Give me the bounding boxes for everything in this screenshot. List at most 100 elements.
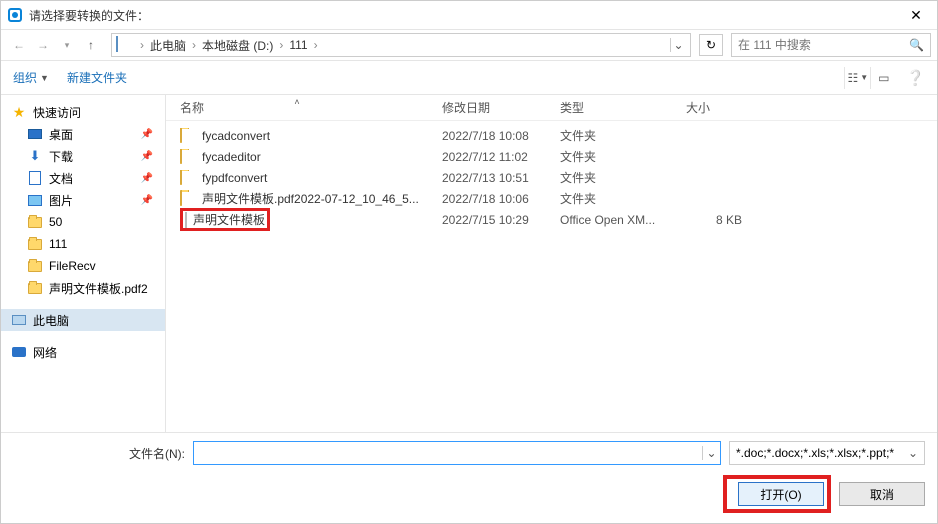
search-box[interactable]: 🔍 bbox=[731, 33, 931, 57]
app-icon bbox=[7, 7, 23, 23]
sort-asc-icon: ˄ bbox=[294, 97, 299, 107]
sidebar-item-label: FileRecv bbox=[49, 259, 96, 273]
pc-icon bbox=[11, 312, 27, 328]
column-date[interactable]: 修改日期 bbox=[428, 99, 546, 116]
toolbar: 组织▼ 新建文件夹 ☷ ▼ ▭ ❔ bbox=[1, 61, 937, 95]
sidebar-this-pc[interactable]: 此电脑 bbox=[1, 309, 165, 331]
close-button[interactable]: ✕ bbox=[901, 7, 931, 24]
sidebar-item-folder[interactable]: 111 bbox=[1, 233, 165, 255]
sidebar-quick-access[interactable]: ★ 快速访问 bbox=[1, 101, 165, 123]
sidebar-item-label: 网络 bbox=[33, 344, 57, 361]
sidebar: ★ 快速访问 桌面📌 ⬇下载📌 文档📌 图片📌 50 111 FileRecv … bbox=[1, 95, 166, 449]
file-date: 2022/7/18 10:06 bbox=[428, 192, 546, 206]
desktop-icon bbox=[27, 126, 43, 142]
filename-dropdown[interactable]: ⌄ bbox=[702, 446, 720, 460]
help-button[interactable]: ❔ bbox=[906, 69, 925, 87]
folder-icon bbox=[180, 128, 196, 144]
file-type-filter[interactable]: *.doc;*.docx;*.xls;*.xlsx;*.ppt;* ⌄ bbox=[729, 441, 925, 465]
star-icon: ★ bbox=[11, 104, 27, 120]
filename-combo[interactable]: ⌄ bbox=[193, 441, 721, 465]
column-type[interactable]: 类型 bbox=[546, 99, 672, 116]
folder-icon bbox=[180, 149, 196, 165]
file-date: 2022/7/15 10:29 bbox=[428, 213, 546, 227]
nav-forward-button[interactable]: → bbox=[31, 33, 55, 57]
sidebar-item-label: 声明文件模板.pdf2 bbox=[49, 280, 148, 297]
file-size: 8 KB bbox=[672, 213, 752, 227]
sidebar-item-label: 桌面 bbox=[49, 126, 73, 143]
filename-input[interactable] bbox=[194, 446, 702, 460]
documents-icon bbox=[27, 170, 43, 186]
folder-icon bbox=[180, 170, 196, 186]
preview-pane-button[interactable]: ▭ bbox=[870, 67, 896, 89]
nav-recent-dropdown[interactable]: ▾ bbox=[55, 33, 79, 57]
pin-icon: 📌 bbox=[141, 129, 153, 140]
file-row[interactable]: 声明文件模板 2022/7/15 10:29Office Open XM...8 … bbox=[166, 209, 937, 230]
breadcrumb-dropdown[interactable]: ⌄ bbox=[670, 38, 686, 52]
column-name[interactable]: ˄名称 bbox=[166, 99, 428, 116]
file-list: ˄名称 修改日期 类型 大小 fycadconvert2022/7/18 10:… bbox=[166, 95, 937, 449]
pin-icon: 📌 bbox=[141, 195, 153, 206]
file-date: 2022/7/13 10:51 bbox=[428, 171, 546, 185]
search-input[interactable] bbox=[738, 38, 909, 52]
open-button[interactable]: 打开(O) bbox=[738, 482, 824, 506]
sidebar-item-downloads[interactable]: ⬇ 下载 📌 bbox=[1, 145, 165, 167]
folder-icon bbox=[27, 214, 43, 230]
file-row[interactable]: fycadconvert2022/7/18 10:08文件夹 bbox=[166, 125, 937, 146]
filename-label: 文件名(N): bbox=[13, 445, 193, 462]
organize-menu[interactable]: 组织▼ bbox=[13, 69, 49, 86]
chevron-right-icon: › bbox=[192, 38, 196, 52]
pictures-icon bbox=[27, 192, 43, 208]
folder-icon bbox=[27, 258, 43, 274]
breadcrumb-item[interactable]: 111 bbox=[287, 36, 309, 54]
file-row[interactable]: fypdfconvert2022/7/13 10:51文件夹 bbox=[166, 167, 937, 188]
sidebar-item-label: 111 bbox=[49, 237, 67, 251]
refresh-button[interactable]: ↻ bbox=[699, 34, 723, 56]
sidebar-item-label: 图片 bbox=[49, 192, 73, 209]
sidebar-item-pictures[interactable]: 图片 📌 bbox=[1, 189, 165, 211]
sidebar-item-label: 50 bbox=[49, 215, 62, 229]
folder-icon bbox=[27, 236, 43, 252]
chevron-right-icon: › bbox=[314, 38, 318, 52]
sidebar-item-label: 快速访问 bbox=[33, 104, 81, 121]
breadcrumb-item[interactable]: 本地磁盘 (D:) bbox=[200, 35, 275, 56]
file-name: 声明文件模板.pdf2022-07-12_10_46_5... bbox=[202, 190, 419, 207]
file-row[interactable]: 声明文件模板.pdf2022-07-12_10_46_5... 2022/7/18… bbox=[166, 188, 937, 209]
title-bar: 请选择要转换的文件： ✕ bbox=[1, 1, 937, 29]
nav-bar: ← → ▾ ↑ › 此电脑 › 本地磁盘 (D:) › 111 › ⌄ ↻ 🔍 bbox=[1, 29, 937, 61]
file-type: Office Open XM... bbox=[546, 213, 672, 227]
column-headers: ˄名称 修改日期 类型 大小 bbox=[166, 95, 937, 121]
sidebar-network[interactable]: 网络 bbox=[1, 341, 165, 363]
dialog-footer: 文件名(N): ⌄ *.doc;*.docx;*.xls;*.xlsx;*.pp… bbox=[1, 432, 937, 523]
file-type: 文件夹 bbox=[546, 127, 672, 144]
column-size[interactable]: 大小 bbox=[672, 99, 752, 116]
nav-back-button[interactable]: ← bbox=[7, 33, 31, 57]
dialog-title: 请选择要转换的文件： bbox=[29, 7, 901, 24]
file-type: 文件夹 bbox=[546, 148, 672, 165]
sidebar-item-folder[interactable]: 50 bbox=[1, 211, 165, 233]
file-row[interactable]: fycadeditor2022/7/12 11:02文件夹 bbox=[166, 146, 937, 167]
sidebar-item-folder[interactable]: 声明文件模板.pdf2 bbox=[1, 277, 165, 299]
sidebar-item-folder[interactable]: FileRecv bbox=[1, 255, 165, 277]
download-icon: ⬇ bbox=[27, 148, 43, 164]
file-type: 文件夹 bbox=[546, 190, 672, 207]
sidebar-item-label: 此电脑 bbox=[33, 312, 69, 329]
network-icon bbox=[11, 344, 27, 360]
nav-up-button[interactable]: ↑ bbox=[79, 33, 103, 57]
sidebar-item-label: 下载 bbox=[49, 148, 73, 165]
sidebar-item-label: 文档 bbox=[49, 170, 73, 187]
sidebar-item-documents[interactable]: 文档📌 bbox=[1, 167, 165, 189]
file-name: fypdfconvert bbox=[202, 171, 267, 185]
annotation-highlight: 打开(O) bbox=[723, 475, 831, 513]
breadcrumb-item[interactable]: 此电脑 bbox=[148, 35, 188, 56]
pin-icon: 📌 bbox=[141, 151, 153, 162]
file-name: fycadeditor bbox=[202, 150, 261, 164]
breadcrumb[interactable]: › 此电脑 › 本地磁盘 (D:) › 111 › ⌄ bbox=[111, 33, 691, 57]
search-icon[interactable]: 🔍 bbox=[909, 38, 924, 52]
new-folder-button[interactable]: 新建文件夹 bbox=[67, 69, 127, 86]
cancel-button[interactable]: 取消 bbox=[839, 482, 925, 506]
file-name: fycadconvert bbox=[202, 129, 270, 143]
folder-icon bbox=[27, 280, 43, 296]
view-options-button[interactable]: ☷ ▼ bbox=[844, 67, 870, 89]
annotation-highlight: 声明文件模板 bbox=[180, 208, 270, 231]
sidebar-item-desktop[interactable]: 桌面 📌 bbox=[1, 123, 165, 145]
